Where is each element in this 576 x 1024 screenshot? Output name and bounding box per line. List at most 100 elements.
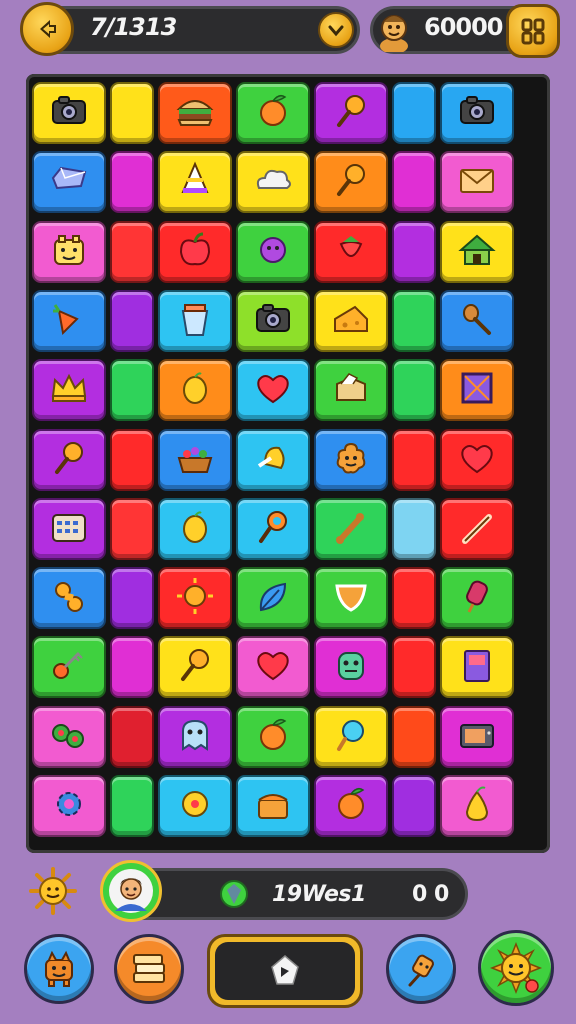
stack-button[interactable] [114,934,184,1004]
tile[interactable] [440,289,514,352]
tile[interactable] [158,705,232,768]
tile[interactable] [440,220,514,283]
tile[interactable] [440,567,514,630]
play-button[interactable] [207,934,363,1008]
tile[interactable] [236,567,310,630]
tile[interactable] [32,567,106,630]
tile[interactable] [314,220,388,283]
tile[interactable] [236,497,310,560]
tile[interactable] [110,359,154,422]
tile[interactable] [32,220,106,283]
tile[interactable] [440,775,514,837]
tile[interactable] [236,636,310,699]
tile[interactable] [110,567,154,630]
tile[interactable] [32,289,106,352]
play-button-inner[interactable] [215,942,355,1000]
tile[interactable] [110,636,154,699]
shield-icon [327,574,375,622]
menu-button[interactable] [506,4,560,58]
tile[interactable] [392,567,436,630]
tile[interactable] [392,220,436,283]
tile[interactable] [440,428,514,491]
tile[interactable] [392,289,436,352]
tile[interactable] [440,82,514,144]
tile[interactable] [158,151,232,214]
tile[interactable] [392,428,436,491]
tile[interactable] [110,151,154,214]
tile[interactable] [158,359,232,422]
tile[interactable] [392,705,436,768]
dropdown-button[interactable] [318,12,354,48]
tile[interactable] [392,497,436,560]
tile[interactable] [158,289,232,352]
tile[interactable] [158,567,232,630]
player-avatar[interactable] [100,860,162,922]
tile[interactable] [158,82,232,144]
tile[interactable] [110,82,154,144]
tile[interactable] [314,151,388,214]
tile[interactable] [110,705,154,768]
monster-button[interactable] [24,934,94,1004]
back-button[interactable] [20,2,74,56]
tile[interactable] [236,151,310,214]
tile[interactable] [392,775,436,837]
tile[interactable] [110,220,154,283]
tile[interactable] [314,636,388,699]
tile[interactable] [158,636,232,699]
tile[interactable] [32,82,106,144]
coins-text: 60000 [424,13,503,41]
peach-icon [249,713,297,761]
tile[interactable] [236,289,310,352]
tile[interactable] [314,428,388,491]
green-gem-icon [218,878,250,910]
tile[interactable] [158,497,232,560]
tile[interactable] [314,289,388,352]
tile[interactable] [392,82,436,144]
tile[interactable] [32,705,106,768]
tile[interactable] [158,428,232,491]
tile[interactable] [236,705,310,768]
tile[interactable] [440,151,514,214]
tile[interactable] [32,359,106,422]
icecream-icon [327,713,375,761]
tile[interactable] [110,775,154,837]
tile[interactable] [392,359,436,422]
tile[interactable] [314,497,388,560]
basket-icon [171,436,219,484]
calculator-icon [45,505,93,553]
tile[interactable] [314,82,388,144]
tile[interactable] [236,359,310,422]
tile[interactable] [32,775,106,837]
tile[interactable] [236,220,310,283]
tile[interactable] [440,497,514,560]
tile[interactable] [32,497,106,560]
tile[interactable] [236,428,310,491]
book-icon [453,643,501,691]
tile[interactable] [314,775,388,837]
tile[interactable] [440,705,514,768]
tile[interactable] [32,151,106,214]
tile[interactable] [440,359,514,422]
sun-face-button[interactable] [478,930,554,1006]
tile[interactable] [314,705,388,768]
tile[interactable] [236,82,310,144]
game-board [26,74,550,853]
tile[interactable] [314,567,388,630]
tile[interactable] [314,359,388,422]
tile[interactable] [158,775,232,837]
tile[interactable] [392,636,436,699]
tile[interactable] [32,428,106,491]
tile[interactable] [110,289,154,352]
peach-icon [327,782,375,830]
tile[interactable] [110,428,154,491]
grid-menu-icon [521,18,545,45]
tile[interactable] [158,220,232,283]
plug-button[interactable] [386,934,456,1004]
key-icon [45,643,93,691]
tile[interactable] [32,636,106,699]
tile[interactable] [440,636,514,699]
box-icon [327,366,375,414]
tile[interactable] [236,775,310,837]
tile[interactable] [392,151,436,214]
tile[interactable] [110,497,154,560]
